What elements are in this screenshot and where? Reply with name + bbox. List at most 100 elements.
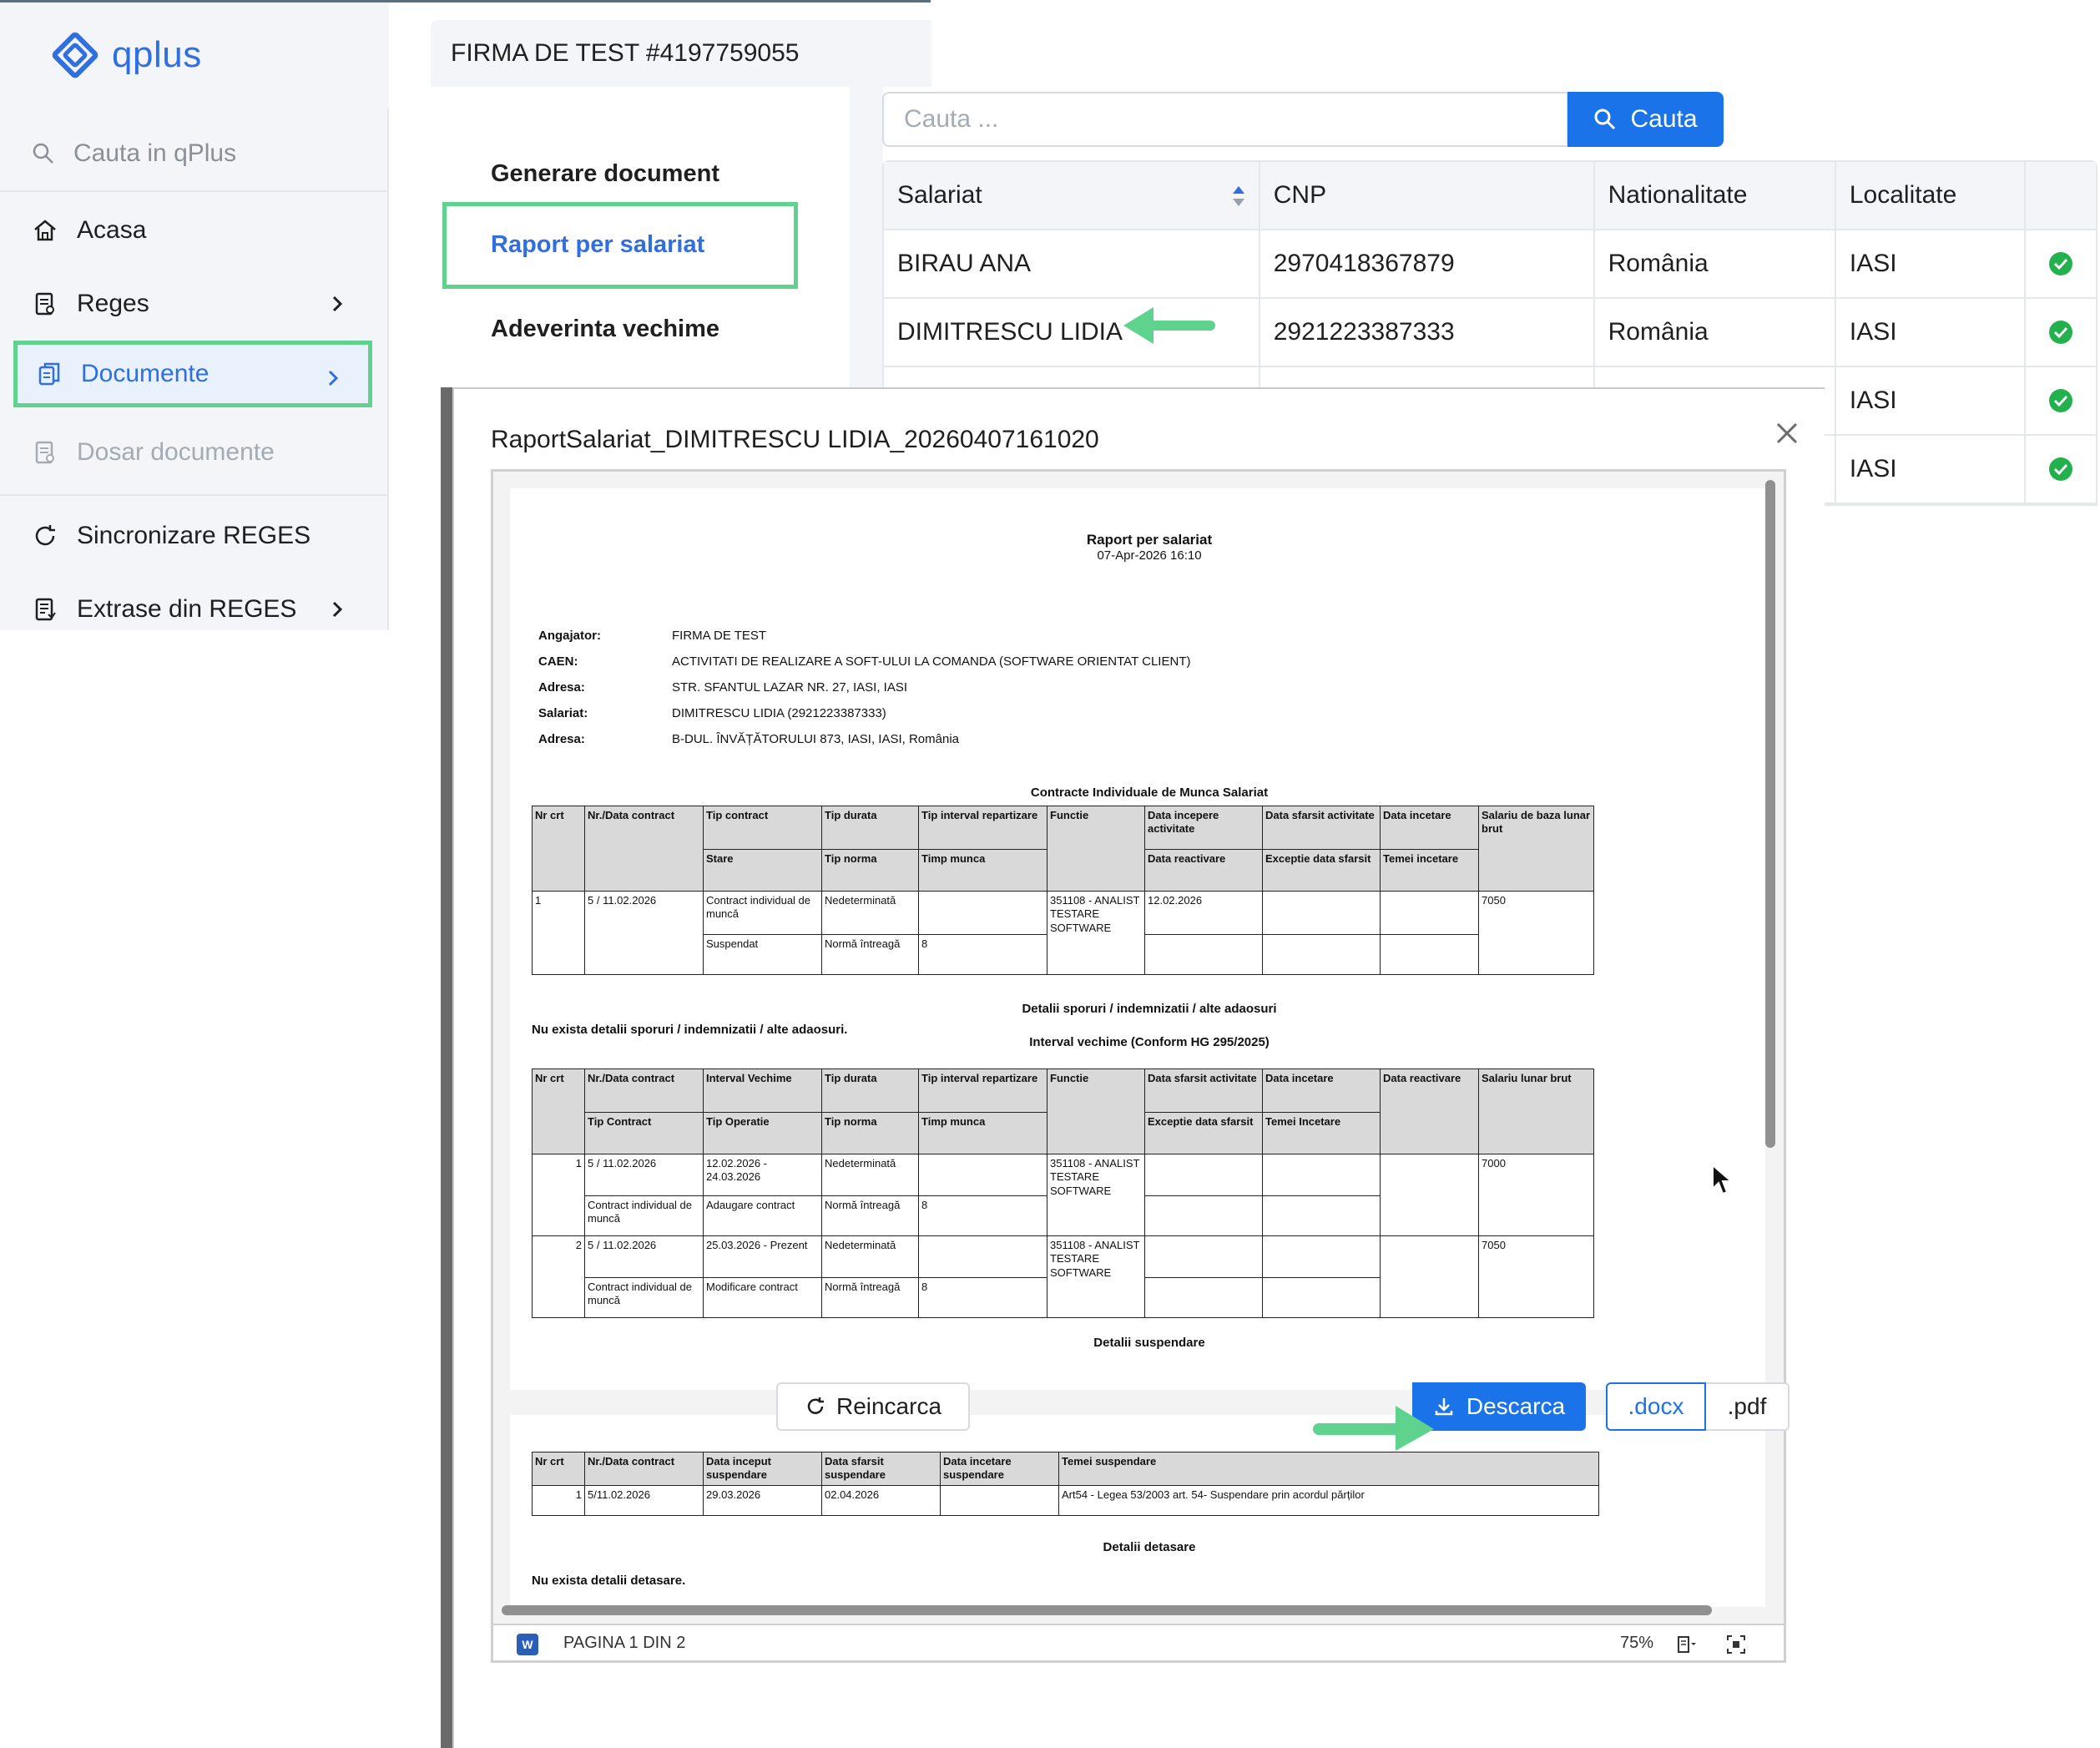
section-text: Nu exista detalii sporuri / indemnizatii…: [532, 1023, 848, 1037]
sidebar-item-documente[interactable]: Documente: [13, 341, 372, 407]
cell-localitate: IASI: [1836, 367, 2027, 434]
cell-nationalitate: România: [1595, 230, 1836, 297]
cell-cnp: 2970418367879: [1260, 230, 1595, 297]
qplus-logo-icon: [52, 32, 98, 78]
th: Tip durata: [821, 1069, 919, 1113]
search-button[interactable]: Cauta: [1567, 92, 1724, 147]
firm-name: FIRMA DE TEST #4197759055: [451, 39, 800, 67]
document-viewer[interactable]: Raport per salariat 07-Apr-2026 16:10 An…: [491, 469, 1786, 1663]
th: Tip interval repartizare: [918, 806, 1047, 850]
cell-status: [2026, 299, 2096, 366]
fit-screen-icon[interactable]: [1725, 1634, 1747, 1655]
th: Data incepere activitate: [1144, 806, 1263, 850]
th: Data reactivare: [1380, 1069, 1479, 1154]
modal-title: RaportSalariat_DIMITRESCU LIDIA_20260407…: [491, 426, 1099, 453]
column-header-status: [2026, 162, 2096, 229]
search-icon: [1594, 109, 1616, 130]
th: Data inceput suspendare: [703, 1452, 822, 1486]
table-row[interactable]: DIMITRESCU LIDIA 2921223387333 România I…: [884, 299, 2096, 367]
close-icon[interactable]: [1773, 419, 1801, 447]
table-row[interactable]: BIRAU ANA 2970418367879 România IASI: [884, 230, 2096, 299]
column-header-label: Salariat: [897, 181, 982, 209]
submenu-item-raport-per-salariat[interactable]: Raport per salariat: [442, 202, 798, 289]
th: Data sfarsit suspendare: [821, 1452, 941, 1486]
column-header-cnp[interactable]: CNP: [1260, 162, 1595, 229]
annotation-arrow-right: [1313, 1406, 1434, 1451]
td: [1262, 934, 1381, 975]
th: Nr crt: [532, 1452, 585, 1486]
th: Nr./Data contract: [584, 1069, 704, 1113]
search-input[interactable]: Cauta ...: [882, 92, 1568, 147]
annotation-arrow-left: [1123, 307, 1215, 344]
doc-title: Raport per salariat: [1086, 532, 1213, 548]
td: 02.04.2026: [821, 1484, 941, 1516]
submenu-item-adeverinta-vechime[interactable]: Adeverinta vechime: [491, 316, 719, 343]
chevron-right-icon: [332, 296, 343, 312]
suspension-table: Nr crt Nr./Data contract Data inceput su…: [532, 1452, 1599, 1516]
horizontal-scrollbar[interactable]: [502, 1605, 1712, 1615]
td: [1262, 1235, 1381, 1278]
td: Nedeterminată: [821, 891, 919, 935]
zoom-level[interactable]: 75%: [1620, 1634, 1653, 1653]
th: Temei suspendare: [1058, 1452, 1599, 1486]
sidebar-search[interactable]: Cauta in qPlus: [0, 117, 389, 192]
format-pdf-toggle[interactable]: .pdf: [1706, 1382, 1790, 1431]
vertical-scrollbar[interactable]: [1765, 480, 1775, 1148]
format-docx-toggle[interactable]: .docx: [1606, 1382, 1706, 1431]
td: Suspendat: [703, 934, 822, 975]
th: Data reactivare: [1144, 849, 1263, 892]
td: [1144, 1235, 1263, 1278]
td: [1144, 1195, 1263, 1236]
cell-cnp: 2921223387333: [1260, 299, 1595, 366]
th: Functie: [1047, 806, 1145, 892]
th: Interval Vechime: [703, 1069, 822, 1113]
modal-backdrop: [441, 387, 452, 1748]
reload-button-label: Reincarca: [835, 1393, 942, 1419]
td: [1380, 934, 1479, 975]
document-icon: [35, 292, 54, 316]
sidebar-item-acasa[interactable]: Acasa: [0, 197, 389, 264]
sidebar-item-sincronizare-reges[interactable]: Sincronizare REGES: [0, 503, 389, 569]
column-header-salariat[interactable]: Salariat: [884, 162, 1260, 229]
td: Nedeterminată: [821, 1235, 919, 1278]
sidebar-item-extrase-din-reges[interactable]: Extrase din REGES: [0, 576, 389, 643]
panel-divider: [850, 87, 883, 387]
td: 12.02.2026: [1144, 891, 1263, 935]
app-logo[interactable]: qplus: [50, 30, 202, 80]
sync-icon: [35, 525, 55, 546]
check-circle-icon: [2049, 252, 2073, 275]
sidebar-item-label: Extrase din REGES: [77, 595, 297, 623]
td: Contract individual de muncă: [584, 1195, 704, 1236]
td: [918, 1235, 1047, 1278]
sort-icon[interactable]: [1230, 182, 1247, 210]
reload-button[interactable]: Reincarca: [776, 1382, 970, 1431]
report-modal: RaportSalariat_DIMITRESCU LIDIA_20260407…: [452, 387, 1825, 1748]
cell-nationalitate: România: [1595, 299, 1836, 366]
th: Tip Operatie: [703, 1112, 822, 1154]
cell-localitate: IASI: [1836, 299, 2027, 366]
sidebar-item-reges[interactable]: Reges: [0, 270, 389, 337]
submenu-item-generare-document[interactable]: Generare document: [491, 160, 719, 188]
td: 1: [532, 891, 585, 975]
td: 5 / 11.02.2026: [584, 1154, 704, 1196]
search-button-label: Cauta: [1630, 105, 1698, 133]
th: Nr crt: [532, 1069, 585, 1154]
page-view-icon[interactable]: [1675, 1634, 1697, 1655]
column-header-localitate[interactable]: Localitate: [1836, 162, 2027, 229]
document-page-1: Raport per salariat 07-Apr-2026 16:10 An…: [510, 488, 1765, 1390]
td: 351108 - ANALIST TESTARE SOFTWARE: [1047, 891, 1145, 975]
info-value: B-DUL. ÎNVĂȚĂTORULUI 873, IASI, IASI, Ro…: [672, 732, 960, 746]
column-header-nationalitate[interactable]: Nationalitate: [1595, 162, 1836, 229]
td: Normă întreagă: [821, 934, 919, 975]
td: 8: [918, 1195, 1047, 1236]
td: [918, 891, 1047, 935]
firm-header[interactable]: FIRMA DE TEST #4197759055: [431, 20, 931, 87]
td: 5 / 11.02.2026: [584, 891, 704, 975]
td: Art54 - Legea 53/2003 art. 54- Suspendar…: [1058, 1484, 1599, 1516]
top-line: [0, 0, 931, 3]
download-button[interactable]: Descarca: [1412, 1382, 1586, 1431]
th: Data incetare: [1380, 806, 1479, 850]
td: Normă întreagă: [821, 1195, 919, 1236]
document-page-2: Nr crt Nr./Data contract Data inceput su…: [510, 1415, 1765, 1607]
td: 2: [532, 1235, 585, 1318]
